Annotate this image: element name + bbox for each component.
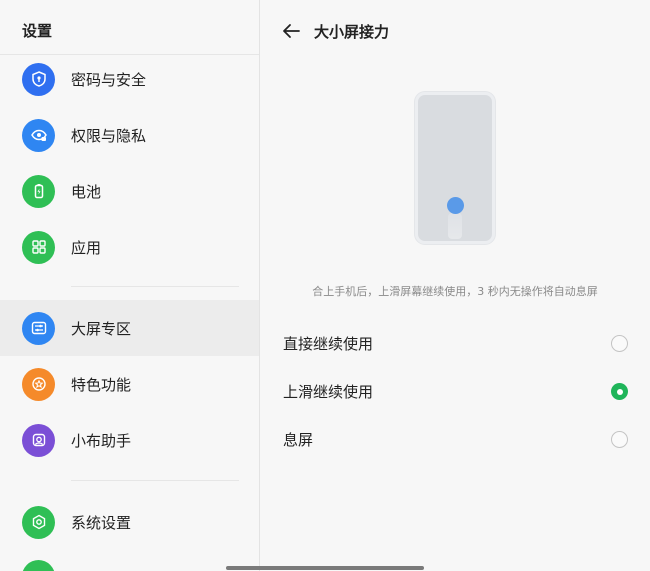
- page-title: 大小屏接力: [314, 23, 390, 41]
- detail-pane: 大小屏接力 合上手机后，上滑屏幕继续使用，3 秒内无操作将自动息屏 直接继续使用…: [260, 0, 650, 571]
- home-indicator[interactable]: [226, 566, 424, 570]
- sidebar-title: 设置: [22, 22, 53, 40]
- apps-grid-icon: [22, 230, 55, 264]
- divider: [71, 286, 239, 287]
- radio-button[interactable]: [611, 431, 628, 448]
- option-screen-off[interactable]: 息屏: [260, 416, 650, 464]
- option-label: 上滑继续使用: [283, 383, 374, 401]
- sidebar-item-assistant[interactable]: 小布助手: [0, 412, 259, 468]
- option-label: 直接继续使用: [283, 335, 374, 353]
- assistant-icon: [22, 423, 55, 457]
- partial-icon: [22, 560, 55, 571]
- sidebar-item-label: 小布助手: [71, 431, 132, 450]
- sliders-icon: [22, 311, 55, 345]
- option-label: 息屏: [283, 431, 314, 449]
- battery-icon: [22, 174, 55, 208]
- radio-button[interactable]: [611, 335, 628, 352]
- sidebar-item-features[interactable]: 特色功能: [0, 356, 259, 412]
- settings-sidebar: 设置 密码与安全 权限与隐私 电池 应用 大屏专区 特色功能 小布助手 系统设置: [0, 0, 260, 571]
- back-arrow-icon[interactable]: [280, 20, 302, 42]
- hexagon-gear-icon: [22, 505, 55, 539]
- sidebar-item-system-settings[interactable]: 系统设置: [0, 494, 259, 550]
- description-text: 合上手机后，上滑屏幕继续使用，3 秒内无操作将自动息屏: [312, 285, 598, 298]
- sidebar-item-label: 应用: [71, 238, 102, 257]
- sidebar-item-large-screen[interactable]: 大屏专区: [0, 300, 259, 356]
- sidebar-item-label: 密码与安全: [71, 70, 147, 89]
- sidebar-item-permissions-privacy[interactable]: 权限与隐私: [0, 107, 259, 163]
- sidebar-item-battery[interactable]: 电池: [0, 163, 259, 219]
- radio-button-checked[interactable]: [611, 383, 628, 400]
- sidebar-item-label: 电池: [71, 182, 102, 201]
- star-icon: [22, 367, 55, 401]
- eye-lock-icon: [22, 118, 55, 152]
- sidebar-item-label: 大屏专区: [71, 319, 132, 338]
- sidebar-item-label: 权限与隐私: [71, 126, 147, 145]
- shield-icon: [22, 62, 55, 96]
- sidebar-item-password-security[interactable]: 密码与安全: [0, 51, 259, 107]
- option-continue-directly[interactable]: 直接继续使用: [260, 320, 650, 368]
- touch-dot: [447, 197, 464, 214]
- sidebar-item-label: 特色功能: [71, 375, 132, 394]
- sidebar-item-partial[interactable]: [0, 550, 259, 571]
- swipe-trail: [448, 213, 462, 239]
- sidebar-item-label: 系统设置: [71, 513, 132, 532]
- option-swipe-up-continue[interactable]: 上滑继续使用: [260, 368, 650, 416]
- divider: [71, 480, 239, 481]
- phone-illustration: [415, 92, 495, 244]
- sidebar-item-apps[interactable]: 应用: [0, 219, 259, 275]
